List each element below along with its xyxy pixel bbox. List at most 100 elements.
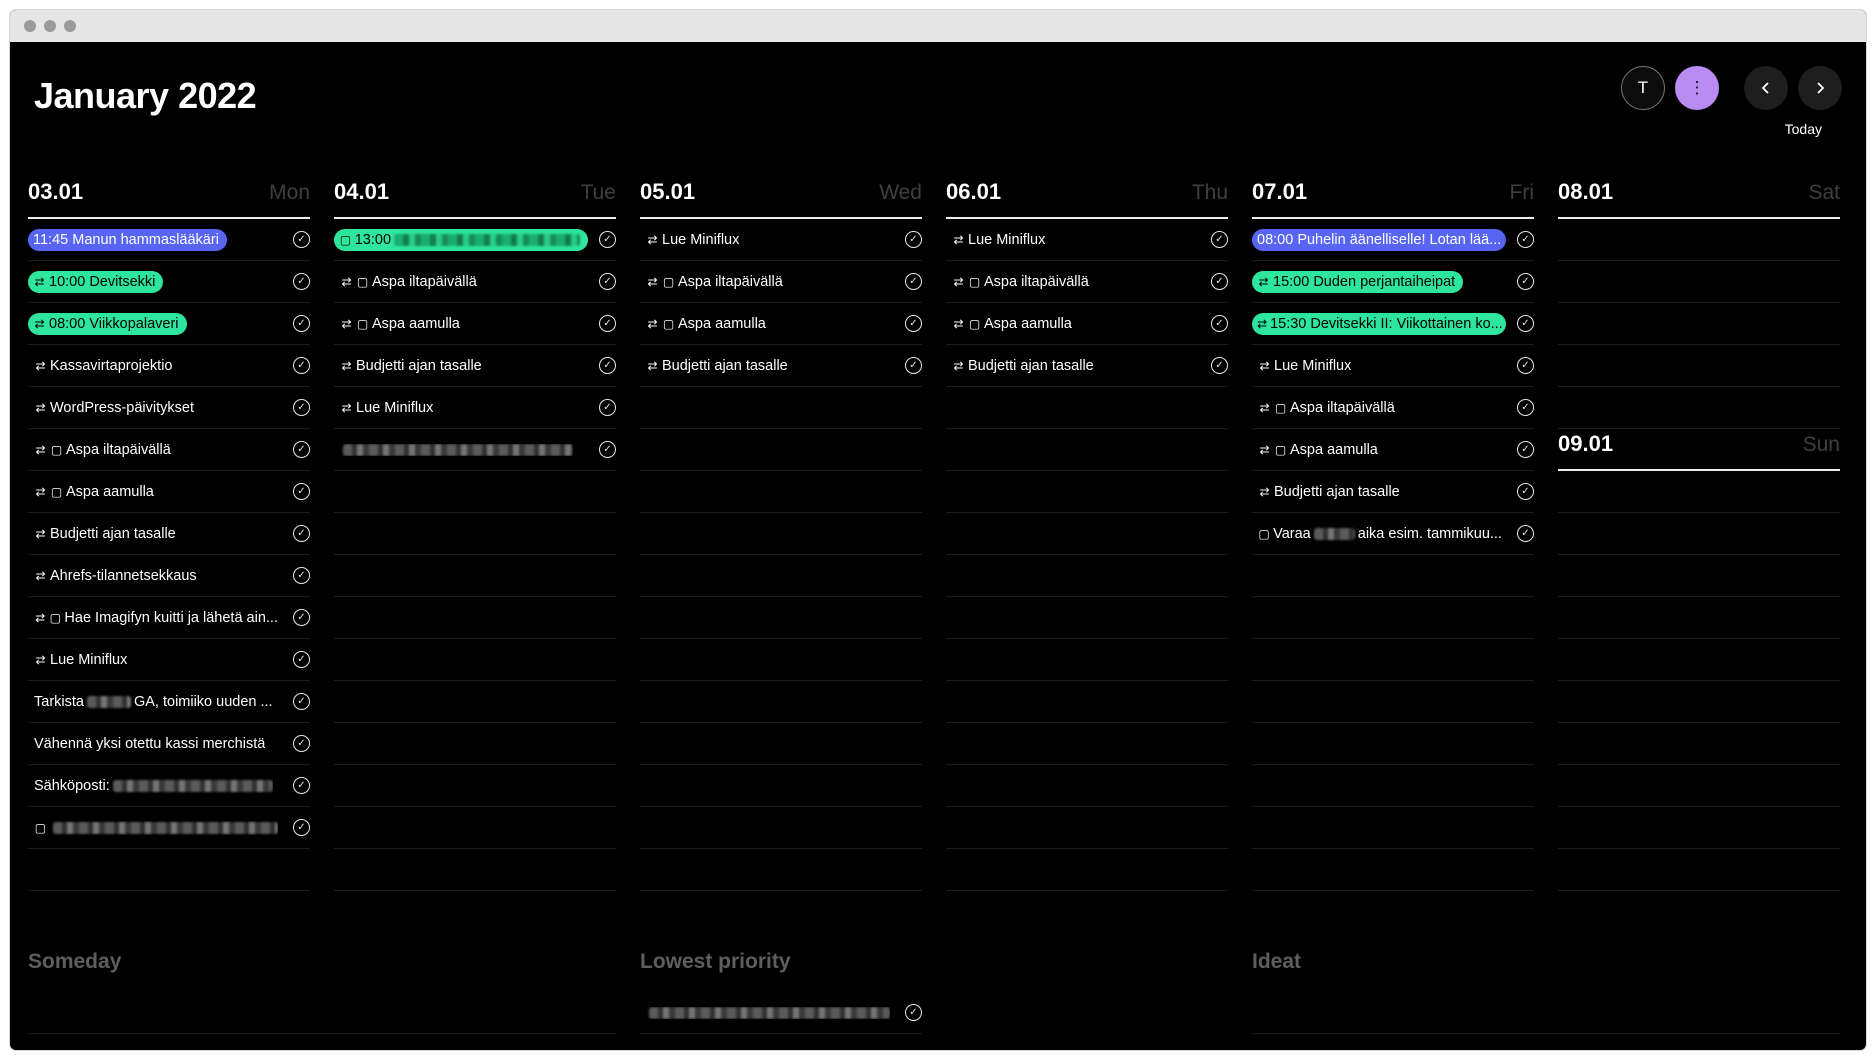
task-label[interactable]: ⇄ Budjetti ajan tasalle [1252, 484, 1399, 500]
task-label[interactable]: ⇄ Budjetti ajan tasalle [28, 526, 175, 542]
empty-task-slot[interactable] [1252, 807, 1534, 849]
task-row[interactable]: ⇄ ▢ Aspa aamulla ✓ [640, 303, 922, 345]
complete-check-icon[interactable]: ✓ [293, 357, 310, 374]
task-row[interactable]: ⇄ Kassavirtaprojektio ✓ [28, 345, 310, 387]
complete-check-icon[interactable]: ✓ [1517, 441, 1534, 458]
recurring-event-pill[interactable]: ▢ 13:00 [334, 228, 588, 251]
task-row[interactable]: ⇄ 08:00 Viikkopalaveri ✓ [28, 303, 310, 345]
user-avatar-button[interactable]: T [1621, 66, 1665, 110]
task-row[interactable]: ⇄ ▢ Aspa iltapäivällä ✓ [28, 429, 310, 471]
empty-task-slot[interactable] [1252, 849, 1534, 891]
empty-task-slot[interactable] [1558, 807, 1840, 849]
empty-task-slot[interactable] [946, 597, 1228, 639]
task-label[interactable]: ▢ [28, 821, 278, 835]
complete-check-icon[interactable]: ✓ [905, 357, 922, 374]
empty-task-slot[interactable] [1558, 597, 1840, 639]
complete-check-icon[interactable]: ✓ [599, 357, 616, 374]
complete-check-icon[interactable]: ✓ [599, 231, 616, 248]
task-row[interactable]: ⇄ Budjetti ajan tasalle ✓ [946, 345, 1228, 387]
task-row[interactable]: 08:00 Puhelin äänelliselle! Lotan lää...… [1252, 219, 1534, 261]
empty-task-slot[interactable] [1558, 387, 1840, 429]
task-row[interactable]: ⇄ ▢ Aspa iltapäivällä ✓ [1252, 387, 1534, 429]
empty-task-slot[interactable] [640, 387, 922, 429]
empty-task-slot[interactable] [1558, 513, 1840, 555]
next-week-button[interactable] [1798, 66, 1842, 110]
complete-check-icon[interactable]: ✓ [293, 777, 310, 794]
task-row[interactable]: ⇄ ▢ Aspa aamulla ✓ [28, 471, 310, 513]
complete-check-icon[interactable]: ✓ [293, 399, 310, 416]
complete-check-icon[interactable]: ✓ [1517, 273, 1534, 290]
empty-task-slot[interactable] [640, 807, 922, 849]
empty-task-slot[interactable] [334, 681, 616, 723]
task-label[interactable]: ⇄ Ahrefs-tilannetsekkaus [28, 568, 196, 584]
empty-task-slot[interactable] [334, 849, 616, 891]
empty-task-slot[interactable] [334, 639, 616, 681]
complete-check-icon[interactable]: ✓ [293, 231, 310, 248]
complete-check-icon[interactable]: ✓ [293, 819, 310, 836]
complete-check-icon[interactable]: ✓ [1211, 357, 1228, 374]
task-row[interactable]: ⇄ ▢ Aspa aamulla ✓ [334, 303, 616, 345]
task-row[interactable]: ⇄ ▢ Aspa aamulla ✓ [946, 303, 1228, 345]
task-row[interactable]: ▢ 13:00 ✓ [334, 219, 616, 261]
empty-task-slot[interactable] [28, 849, 310, 891]
task-row[interactable]: ⇄ Lue Miniflux ✓ [28, 639, 310, 681]
empty-task-slot[interactable] [334, 471, 616, 513]
menu-button[interactable]: ⋮ [1675, 66, 1719, 110]
empty-task-slot[interactable] [640, 597, 922, 639]
empty-task-slot[interactable] [1558, 303, 1840, 345]
task-row[interactable]: Vähennä yksi otettu kassi merchistä ✓ [28, 723, 310, 765]
recurring-event-pill[interactable]: ⇄ 10:00 Devitsekki [28, 270, 164, 293]
task-label[interactable]: ⇄ WordPress-päivitykset [28, 400, 194, 416]
task-label[interactable]: ⇄ Lue Miniflux [1252, 358, 1351, 374]
complete-check-icon[interactable]: ✓ [905, 1004, 922, 1021]
complete-check-icon[interactable]: ✓ [293, 609, 310, 626]
complete-check-icon[interactable]: ✓ [599, 441, 616, 458]
task-row[interactable]: ✓ [334, 429, 616, 471]
task-label[interactable]: ⇄ Budjetti ajan tasalle [640, 358, 787, 374]
complete-check-icon[interactable]: ✓ [905, 315, 922, 332]
task-row[interactable]: ⇄ Lue Miniflux ✓ [334, 387, 616, 429]
task-label[interactable]: Vähennä yksi otettu kassi merchistä [28, 736, 265, 752]
task-label[interactable]: ⇄ ▢ Aspa aamulla [28, 484, 153, 500]
empty-task-slot[interactable] [1558, 723, 1840, 765]
empty-task-slot[interactable] [1558, 639, 1840, 681]
empty-task-slot[interactable] [946, 429, 1228, 471]
task-label[interactable]: ⇄ Lue Miniflux [946, 232, 1045, 248]
task-label[interactable]: Tarkista GA, toimiiko uuden ... [28, 694, 273, 710]
empty-task-slot[interactable] [946, 513, 1228, 555]
empty-task-slot[interactable] [1558, 555, 1840, 597]
task-label[interactable]: ⇄ Lue Miniflux [334, 400, 433, 416]
task-label[interactable]: ⇄ ▢ Aspa aamulla [1252, 442, 1377, 458]
complete-check-icon[interactable]: ✓ [293, 273, 310, 290]
task-label[interactable]: ⇄ Kassavirtaprojektio [28, 358, 172, 374]
complete-check-icon[interactable]: ✓ [905, 273, 922, 290]
task-label[interactable]: ▢ Varaa aika esim. tammikuu... [1252, 526, 1502, 542]
recurring-event-pill[interactable]: ⇄ 15:00 Duden perjantaiheipat [1252, 270, 1464, 293]
empty-task-slot[interactable] [640, 681, 922, 723]
complete-check-icon[interactable]: ✓ [1517, 399, 1534, 416]
complete-check-icon[interactable]: ✓ [293, 567, 310, 584]
task-row[interactable]: ⇄ WordPress-päivitykset ✓ [28, 387, 310, 429]
task-label[interactable]: ⇄ ▢ Aspa iltapäivällä [946, 274, 1088, 290]
task-label[interactable]: ⇄ ▢ Aspa aamulla [334, 316, 459, 332]
empty-task-slot[interactable] [1558, 345, 1840, 387]
complete-check-icon[interactable]: ✓ [599, 399, 616, 416]
empty-task-slot[interactable] [1558, 765, 1840, 807]
complete-check-icon[interactable]: ✓ [293, 315, 310, 332]
task-row[interactable]: ⇄ ▢ Aspa iltapäivällä ✓ [946, 261, 1228, 303]
task-row[interactable]: ⇄ Budjetti ajan tasalle ✓ [334, 345, 616, 387]
empty-task-slot[interactable] [1252, 555, 1534, 597]
task-row[interactable]: ⇄ Lue Miniflux ✓ [946, 219, 1228, 261]
previous-week-button[interactable] [1744, 66, 1788, 110]
recurring-event-pill[interactable]: ⇄ 15:30 Devitsekki II: Viikottainen ko... [1252, 312, 1506, 335]
empty-task-slot[interactable] [640, 723, 922, 765]
task-row[interactable]: ⇄ Budjetti ajan tasalle ✓ [28, 513, 310, 555]
empty-task-slot[interactable] [946, 387, 1228, 429]
task-row[interactable]: ⇄ ▢ Aspa iltapäivällä ✓ [640, 261, 922, 303]
task-label[interactable]: ⇄ Lue Miniflux [28, 652, 127, 668]
task-label[interactable]: ⇄ Lue Miniflux [640, 232, 739, 248]
empty-task-slot[interactable] [946, 765, 1228, 807]
empty-task-slot[interactable] [946, 807, 1228, 849]
task-row[interactable]: ⇄ Budjetti ajan tasalle ✓ [1252, 471, 1534, 513]
minimize-window-dot[interactable] [44, 20, 56, 32]
